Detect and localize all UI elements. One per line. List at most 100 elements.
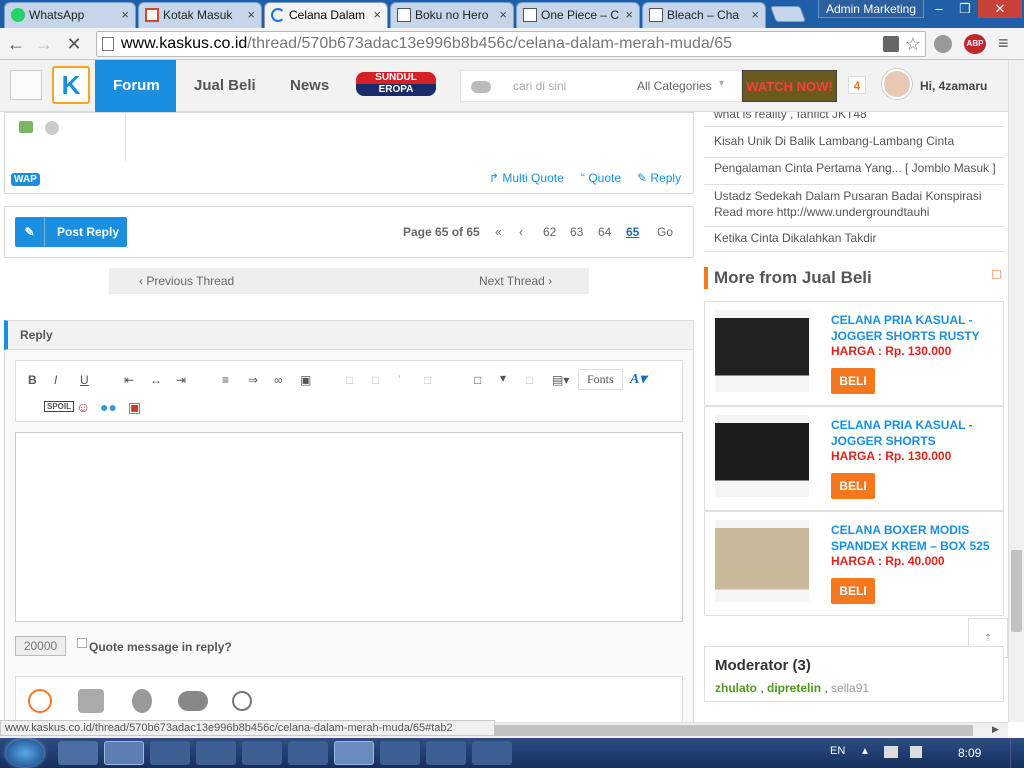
product-card[interactable]: CELANA BOXER MODIS SPANDEX KREM – BOX 52… (704, 511, 1004, 616)
adblock-icon[interactable]: ABP (964, 34, 986, 54)
emoticon-icon[interactable]: ☺ (76, 399, 90, 415)
page-link-64[interactable]: 64 (598, 224, 611, 240)
product-image[interactable] (715, 520, 809, 602)
buy-button[interactable]: BELI (831, 578, 875, 604)
clock[interactable]: 8:09 (958, 746, 981, 760)
buy-button[interactable]: BELI (831, 368, 875, 394)
address-bar[interactable]: www.kaskus.co.id/thread/570b673adac13e99… (96, 31, 926, 57)
product-title[interactable]: CELANA PRIA KASUAL - JOGGER SHORTS (831, 417, 1001, 449)
sidebar-thread-link[interactable]: Pengalaman Cinta Pertama Yang... [ Jombl… (714, 161, 999, 175)
sidebar-thread-link[interactable]: Kisah Unik Di Balik Lambang-Lambang Cint… (714, 134, 999, 148)
previous-thread-link[interactable]: ‹ Previous Thread (139, 274, 234, 288)
maximize-button[interactable]: ❐ (952, 0, 978, 18)
menu-icon[interactable]: ≡ (998, 34, 1014, 54)
vertical-scrollbar[interactable] (1008, 60, 1024, 722)
tab-boku-no-hero[interactable]: Boku no Hero × (390, 2, 514, 28)
gallery-icon[interactable]: ▣ (128, 399, 141, 416)
taskbar-app-icon[interactable] (334, 741, 374, 765)
user-greeting[interactable]: Hi, 4zamaru (920, 79, 987, 93)
tray-arrow-icon[interactable]: ▲ (860, 746, 870, 757)
page-link-62[interactable]: 62 (543, 224, 556, 240)
moderator-link[interactable]: dipretelin (767, 681, 821, 695)
first-page-icon[interactable]: « (495, 224, 502, 240)
spoiler-button[interactable]: SPOIL (44, 401, 75, 412)
align-left-icon[interactable]: ⇤ (124, 373, 134, 387)
nav-forum[interactable]: Forum (95, 60, 176, 112)
quote-button[interactable]: “ Quote (581, 171, 621, 185)
page-link-current[interactable]: 65 (626, 224, 639, 240)
close-icon[interactable]: × (373, 3, 381, 27)
list-icon[interactable]: ≡ (222, 373, 229, 387)
tab-celana-dalam[interactable]: Celana Dalam × (264, 2, 388, 29)
reply-button[interactable]: ✎ Reply (637, 171, 681, 185)
nav-news[interactable]: News (272, 60, 347, 112)
video-icon[interactable]: □ (346, 373, 353, 387)
php-icon[interactable]: □ (424, 373, 431, 387)
taskbar-app-icon[interactable] (196, 741, 236, 765)
taskbar-app-icon[interactable] (150, 741, 190, 765)
new-tab-button[interactable] (770, 6, 806, 22)
chrome-icon[interactable] (104, 741, 144, 765)
taskbar-app-icon[interactable] (380, 741, 420, 765)
prev-page-icon[interactable]: ‹ (519, 224, 523, 240)
italic-icon[interactable]: I (54, 373, 57, 387)
close-icon[interactable]: × (751, 3, 759, 27)
minimize-button[interactable]: – (926, 0, 952, 18)
bold-icon[interactable]: B (28, 373, 37, 387)
scrollbar-thumb[interactable] (1011, 550, 1022, 632)
fonts-dropdown[interactable]: Fonts (578, 369, 623, 390)
close-icon[interactable]: × (247, 3, 255, 27)
moderator-link[interactable]: sella91 (831, 681, 869, 695)
quote-icon[interactable]: ’ (398, 373, 401, 387)
next-thread-link[interactable]: Next Thread › (479, 274, 552, 288)
close-icon[interactable]: × (121, 3, 129, 27)
close-icon[interactable]: × (625, 3, 633, 27)
network-icon[interactable] (884, 746, 898, 758)
translate-icon[interactable] (883, 36, 899, 52)
sidebar-thread-link[interactable]: Ustadz Sedekah Dalam Pusaran Badai Konsp… (714, 188, 999, 220)
show-desktop-button[interactable] (1010, 738, 1024, 768)
color-icon[interactable]: □ (526, 373, 533, 387)
text-color-icon[interactable]: A▾ (630, 371, 646, 388)
watch-now-banner[interactable]: WATCH NOW! (742, 70, 837, 102)
kaskus-emoticon-icon[interactable]: ●● (100, 399, 117, 415)
underline-icon[interactable]: U (80, 373, 89, 387)
product-card[interactable]: CELANA PRIA KASUAL - JOGGER SHORTS RUSTY… (704, 301, 1004, 406)
code-icon[interactable]: □ (372, 373, 379, 387)
star-icon[interactable]: ☆ (905, 32, 921, 56)
tab-whatsapp[interactable]: WhatsApp × (4, 2, 136, 28)
taskbar-app-icon[interactable] (288, 741, 328, 765)
back-icon[interactable]: ← (4, 33, 28, 55)
quote-checkbox[interactable] (77, 638, 87, 648)
taskbar-app-icon[interactable] (242, 741, 282, 765)
message-textarea[interactable] (15, 432, 683, 622)
moderator-link[interactable]: zhulato (715, 681, 757, 695)
language-indicator[interactable]: EN (830, 745, 845, 757)
buy-button[interactable]: BELI (831, 473, 875, 499)
volume-icon[interactable] (910, 746, 922, 758)
page-link-63[interactable]: 63 (570, 224, 583, 240)
product-title[interactable]: CELANA PRIA KASUAL - JOGGER SHORTS RUSTY (831, 312, 1001, 344)
post-reply-button[interactable]: ✎ Post Reply (15, 217, 127, 247)
window-close-button[interactable]: ✕ (978, 0, 1022, 18)
sundul-eropa-logo[interactable]: SUNDUL EROPA (356, 68, 436, 104)
stop-icon[interactable]: ✕ (62, 33, 86, 55)
start-button[interactable] (6, 739, 44, 767)
sidebar-toggle[interactable] (10, 70, 42, 100)
sidebar-thread-link[interactable]: Ketika Cinta Dikalahkan Takdir (714, 231, 999, 245)
indent-icon[interactable]: ⇒ (248, 373, 258, 387)
product-card[interactable]: CELANA PRIA KASUAL - JOGGER SHORTS HARGA… (704, 406, 1004, 511)
emoticon-tab-3[interactable] (132, 689, 152, 713)
avatar[interactable] (882, 69, 912, 99)
tab-one-piece[interactable]: One Piece – C × (516, 2, 640, 28)
notification-badge[interactable]: 4 (848, 76, 866, 94)
product-image[interactable] (715, 415, 809, 497)
link-icon[interactable]: ∞ (274, 373, 283, 387)
multi-quote-button[interactable]: ↱ Multi Quote (489, 171, 564, 185)
file-explorer-icon[interactable] (58, 741, 98, 765)
font-size-icon[interactable]: ▤▾ (552, 373, 569, 387)
product-title[interactable]: CELANA BOXER MODIS SPANDEX KREM – BOX 52… (831, 522, 1001, 554)
emoticon-tab-5[interactable] (232, 691, 252, 711)
size-dropdown-icon[interactable]: ▾ (500, 371, 506, 385)
category-select[interactable]: All Categories (637, 79, 712, 93)
